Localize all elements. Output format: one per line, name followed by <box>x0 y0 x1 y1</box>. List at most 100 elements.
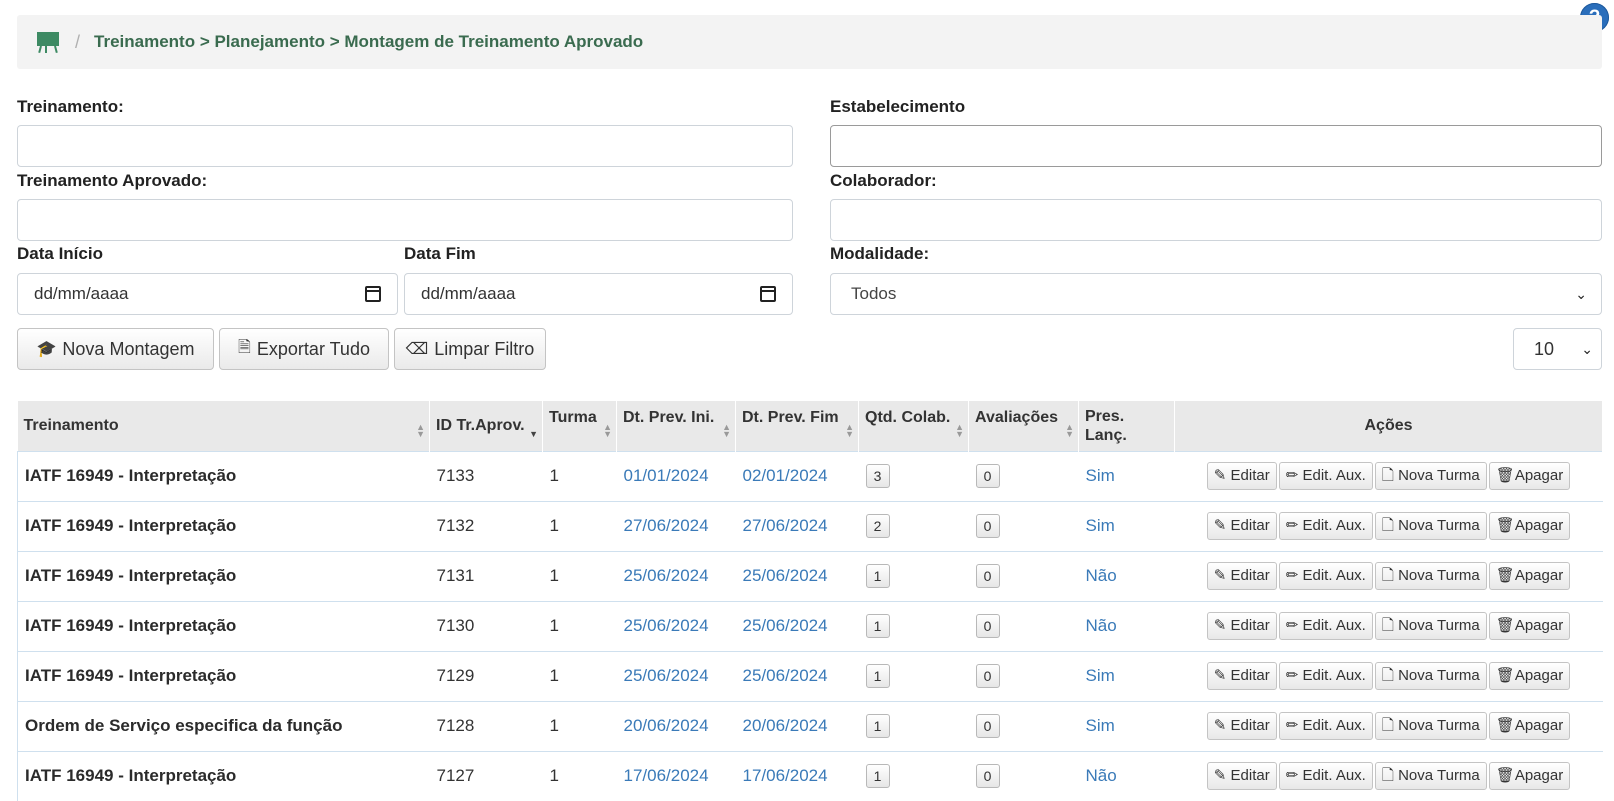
cell-dt-fim[interactable]: 17/06/2024 <box>735 750 859 801</box>
nova-turma-button[interactable]: 🗋 Nova Turma <box>1374 762 1487 791</box>
treinamento-aprovado-input[interactable] <box>17 199 793 241</box>
cell-dt-fim[interactable]: 02/01/2024 <box>735 450 859 501</box>
cell-dt-ini[interactable]: 25/06/2024 <box>616 650 736 701</box>
treinamento-input[interactable] <box>17 125 793 167</box>
cell-pres[interactable]: Não <box>1078 600 1175 651</box>
avaliacoes-badge[interactable]: 0 <box>975 764 1000 789</box>
calendar-icon[interactable] <box>365 286 381 302</box>
nova-montagem-button[interactable]: 🎓 Nova Montagem <box>17 328 214 370</box>
cell-turma: 1 <box>542 500 617 551</box>
cell-dt-fim[interactable]: 25/06/2024 <box>735 600 859 651</box>
nova-turma-button[interactable]: 🗋 Nova Turma <box>1374 462 1487 490</box>
avaliacoes-badge[interactable]: 0 <box>975 514 1000 538</box>
editar-button[interactable]: ✎ Editar <box>1206 662 1277 690</box>
treinamento-aprovado-label: Treinamento Aprovado: <box>17 171 208 190</box>
cell-pres[interactable]: Não <box>1078 550 1175 601</box>
cell-pres[interactable]: Não <box>1078 750 1175 801</box>
qtd-colab-badge[interactable]: 1 <box>865 714 890 738</box>
page-size-select[interactable]: 10 ⌄ <box>1513 328 1602 370</box>
cell-dt-ini[interactable]: 20/06/2024 <box>616 700 736 751</box>
editar-button[interactable]: ✎ Editar <box>1206 712 1277 740</box>
cell-qtd: 1 <box>858 700 969 751</box>
qtd-colab-badge[interactable]: 1 <box>865 614 890 638</box>
colaborador-input[interactable] <box>830 199 1602 241</box>
nova-turma-label: Nova Turma <box>1398 717 1480 734</box>
col-header-pres[interactable]: Pres. Lanç. <box>1078 401 1175 451</box>
cell-dt-fim[interactable]: 20/06/2024 <box>735 700 859 751</box>
nova-turma-button[interactable]: 🗋 Nova Turma <box>1374 712 1487 740</box>
cell-dt-fim[interactable]: 25/06/2024 <box>735 650 859 701</box>
apagar-button[interactable]: 🗑Apagar <box>1488 462 1571 490</box>
avaliacoes-badge[interactable]: 0 <box>975 464 1000 488</box>
editar-button[interactable]: ✎ Editar <box>1206 462 1277 490</box>
avaliacoes-badge[interactable]: 0 <box>975 614 1000 638</box>
editar-button[interactable]: ✎ Editar <box>1206 612 1277 640</box>
data-inicio-placeholder: dd/mm/aaaa <box>34 284 129 303</box>
avaliacoes-badge[interactable]: 0 <box>975 714 1000 738</box>
calendar-icon[interactable] <box>760 286 776 302</box>
apagar-button[interactable]: 🗑Apagar <box>1488 662 1571 690</box>
cell-pres[interactable]: Sim <box>1078 650 1175 701</box>
avaliacoes-badge[interactable]: 0 <box>975 564 1000 588</box>
apagar-button[interactable]: 🗑Apagar <box>1488 612 1571 640</box>
apagar-button[interactable]: 🗑Apagar <box>1488 712 1571 740</box>
col-header-qtd-label: Qtd. Colab. <box>865 409 951 426</box>
col-header-id[interactable]: ID Tr.Aprov. ▼ <box>429 401 543 451</box>
cell-dt-ini[interactable]: 25/06/2024 <box>616 600 736 651</box>
qtd-colab-badge[interactable]: 1 <box>865 564 890 588</box>
avaliacoes-badge[interactable]: 0 <box>975 664 1000 688</box>
col-header-dt-ini[interactable]: Dt. Prev. Ini. ▲ ▼ <box>616 401 736 451</box>
cell-dt-ini[interactable]: 25/06/2024 <box>616 550 736 601</box>
sort-icon: ▲ ▼ <box>1065 421 1074 439</box>
data-fim-field[interactable]: dd/mm/aaaa <box>404 273 793 315</box>
editar-button[interactable]: ✎ Editar <box>1206 512 1277 540</box>
edit-aux-button[interactable]: ✏ Edit. Aux. <box>1278 562 1373 590</box>
edit-aux-button[interactable]: ✏ Edit. Aux. <box>1278 762 1373 791</box>
breadcrumb-path[interactable]: Treinamento > Planejamento > Montagem de… <box>94 32 643 52</box>
col-header-turma[interactable]: Turma ▲ ▼ <box>542 401 617 451</box>
edit-aux-button[interactable]: ✏ Edit. Aux. <box>1278 712 1373 740</box>
estabelecimento-input[interactable] <box>830 125 1602 167</box>
cell-dt-fim[interactable]: 25/06/2024 <box>735 550 859 601</box>
cell-dt-ini[interactable]: 27/06/2024 <box>616 500 736 551</box>
cell-dt-fim[interactable]: 27/06/2024 <box>735 500 859 551</box>
edit-aux-button[interactable]: ✏ Edit. Aux. <box>1278 612 1373 640</box>
nova-turma-button[interactable]: 🗋 Nova Turma <box>1374 562 1487 590</box>
limpar-filtro-button[interactable]: ⌫ Limpar Filtro <box>394 328 546 370</box>
modalidade-select[interactable]: Todos ⌄ <box>830 273 1602 315</box>
cell-pres[interactable]: Sim <box>1078 700 1175 751</box>
page-size-value: 10 <box>1534 338 1555 359</box>
edit-aux-button[interactable]: ✏ Edit. Aux. <box>1278 662 1373 690</box>
apagar-button[interactable]: 🗑Apagar <box>1488 762 1571 791</box>
qtd-colab-badge[interactable]: 1 <box>865 764 890 789</box>
nova-turma-button[interactable]: 🗋 Nova Turma <box>1374 512 1487 540</box>
apagar-button[interactable]: 🗑Apagar <box>1488 562 1571 590</box>
edit-aux-button[interactable]: ✏ Edit. Aux. <box>1278 462 1373 490</box>
col-header-aval[interactable]: Avaliações ▲ ▼ <box>968 401 1079 451</box>
col-header-qtd[interactable]: Qtd. Colab. ▲ ▼ <box>858 401 969 451</box>
apagar-button[interactable]: 🗑Apagar <box>1488 512 1571 540</box>
qtd-colab-badge[interactable]: 2 <box>865 514 890 538</box>
cell-dt-ini[interactable]: 01/01/2024 <box>616 450 736 501</box>
copy-icon: 🗋 <box>1381 567 1394 584</box>
qtd-colab-badge[interactable]: 3 <box>865 464 890 488</box>
cell-pres[interactable]: Sim <box>1078 450 1175 501</box>
editar-label: Editar <box>1230 567 1270 584</box>
edit-aux-button[interactable]: ✏ Edit. Aux. <box>1278 512 1373 540</box>
pencil-icon: ✏ <box>1285 767 1299 785</box>
editar-button[interactable]: ✎ Editar <box>1206 562 1277 590</box>
nova-turma-button[interactable]: 🗋 Nova Turma <box>1374 612 1487 640</box>
exportar-tudo-button[interactable]: 🗎 Exportar Tudo <box>219 328 389 370</box>
qtd-colab-badge[interactable]: 1 <box>865 664 890 688</box>
edit-icon: ✎ <box>1213 617 1227 634</box>
nova-turma-button[interactable]: 🗋 Nova Turma <box>1374 662 1487 690</box>
col-header-aval-label: Avaliações <box>975 409 1059 426</box>
editar-button[interactable]: ✎ Editar <box>1206 762 1277 791</box>
col-header-dt-fim[interactable]: Dt. Prev. Fim ▲ ▼ <box>735 401 859 451</box>
cell-dt-ini[interactable]: 17/06/2024 <box>616 750 736 801</box>
data-inicio-field[interactable]: dd/mm/aaaa <box>17 273 398 315</box>
edit-aux-label: Edit. Aux. <box>1302 617 1366 634</box>
cell-pres[interactable]: Sim <box>1078 500 1175 551</box>
edit-icon: ✎ <box>1213 717 1227 734</box>
col-header-treinamento[interactable]: Treinamento ▲ ▼ <box>17 401 430 451</box>
